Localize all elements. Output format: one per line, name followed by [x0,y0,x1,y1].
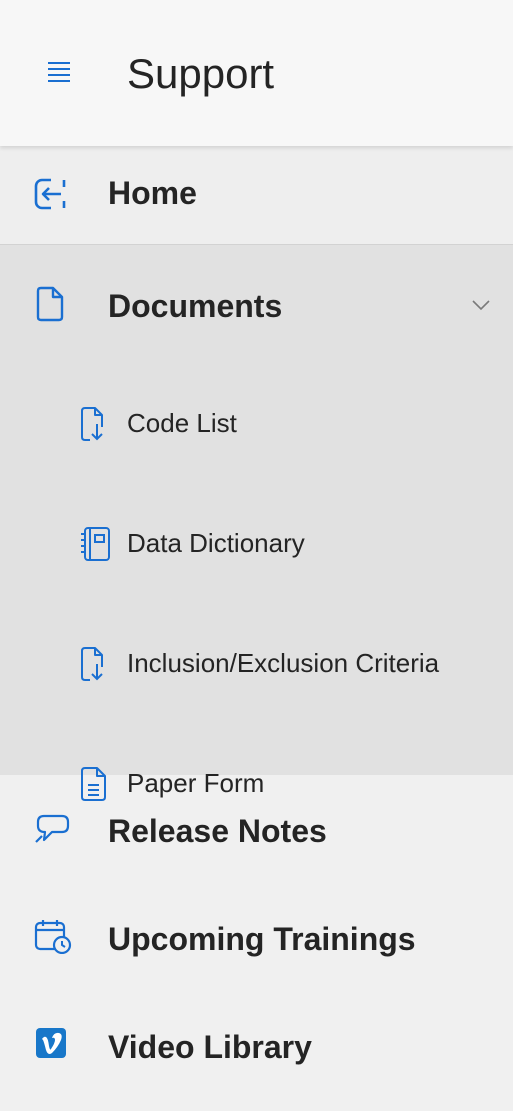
vimeo-icon [34,1026,68,1060]
app-header: Support [0,0,513,146]
header-title: Support [127,50,275,97]
documents-group: Documents Code List Data Dictionary Incl… [0,245,513,801]
nav-subitem-inclusion-exclusion-criteria[interactable]: Inclusion/Exclusion Criteria [0,615,513,735]
nav-item-home[interactable]: Home [0,146,513,245]
hamburger-menu-icon[interactable] [48,60,72,84]
nav-item-upcoming-trainings[interactable]: Upcoming Trainings [0,883,513,991]
chevron-down-icon[interactable] [472,300,490,311]
nav-item-video-library[interactable]: Video Library [0,991,513,1099]
document-download-icon [80,406,120,442]
document-icon [36,286,64,322]
calendar-clock-icon [34,918,72,954]
sign-out-arrow-icon [34,177,68,211]
nav-subitem-code-list-label: Code List [127,408,237,438]
nav-subitem-data-dictionary-label: Data Dictionary [127,528,305,558]
nav-item-documents[interactable]: Documents [0,245,513,375]
book-icon [80,526,120,562]
chat-bubble-icon [34,810,70,846]
sidebar-nav: Home Documents Code List Data Dictionary… [0,146,513,1099]
nav-subitem-data-dictionary[interactable]: Data Dictionary [0,495,513,615]
nav-item-release-notes[interactable]: Release Notes [0,775,513,883]
nav-subitem-code-list[interactable]: Code List [0,375,513,495]
nav-item-documents-label: Documents [108,288,283,324]
document-download-icon [80,646,120,682]
nav-item-upcoming-trainings-label: Upcoming Trainings [108,921,416,957]
nav-subitem-inclusion-exclusion-criteria-label: Inclusion/Exclusion Criteria [127,648,440,678]
nav-item-release-notes-label: Release Notes [108,813,327,849]
nav-item-video-library-label: Video Library [108,1029,312,1065]
nav-item-home-label: Home [108,175,197,211]
